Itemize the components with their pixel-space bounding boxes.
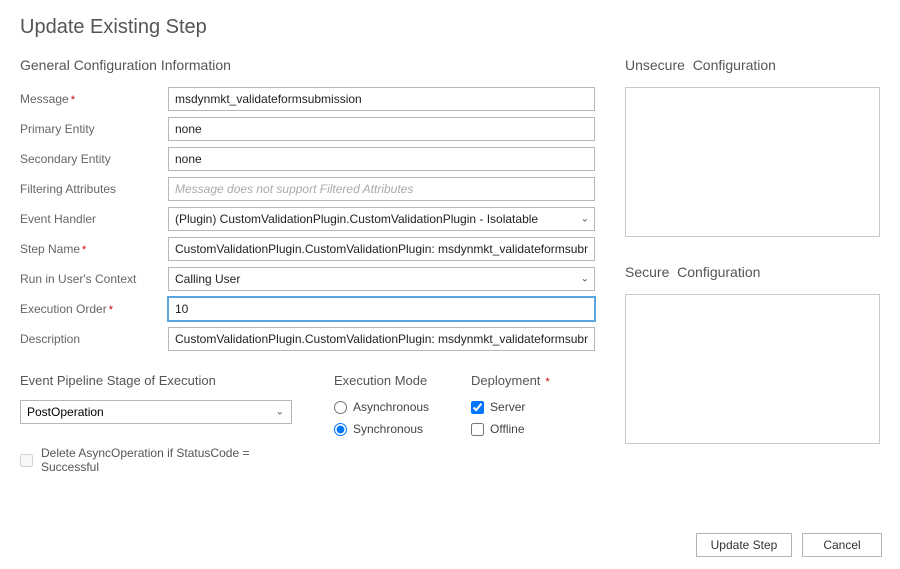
deployment-offline-checkbox[interactable]	[471, 423, 484, 436]
secure-config-title: Secure Configuration	[625, 264, 880, 280]
exec-async-radio[interactable]	[334, 401, 347, 414]
exec-async-option[interactable]: Asynchronous	[334, 400, 429, 414]
cancel-button[interactable]: Cancel	[802, 533, 882, 557]
pipeline-stage-select[interactable]: PostOperation	[20, 400, 292, 424]
step-name-input[interactable]	[168, 237, 595, 261]
filtering-attributes-input[interactable]	[168, 177, 595, 201]
exec-sync-option[interactable]: Synchronous	[334, 422, 429, 436]
description-input[interactable]	[168, 327, 595, 351]
step-name-label: Step Name*	[20, 242, 168, 256]
event-handler-select[interactable]: (Plugin) CustomValidationPlugin.CustomVa…	[168, 207, 595, 231]
execution-order-input[interactable]	[168, 297, 595, 321]
deployment-offline-option[interactable]: Offline	[471, 422, 550, 436]
primary-entity-label: Primary Entity	[20, 122, 168, 136]
exec-sync-label: Synchronous	[353, 422, 423, 436]
required-mark: *	[109, 304, 113, 316]
delete-async-checkbox[interactable]	[20, 454, 33, 467]
deployment-server-checkbox[interactable]	[471, 401, 484, 414]
exec-async-label: Asynchronous	[353, 400, 429, 414]
pipeline-stage-title: Event Pipeline Stage of Execution	[20, 373, 292, 388]
execution-order-label: Execution Order*	[20, 302, 168, 316]
secure-config-textarea[interactable]	[625, 294, 880, 444]
update-step-button[interactable]: Update Step	[696, 533, 792, 557]
unsecure-config-textarea[interactable]	[625, 87, 880, 237]
delete-async-label: Delete AsyncOperation if StatusCode = Su…	[41, 446, 292, 474]
deployment-offline-label: Offline	[490, 422, 524, 436]
description-label: Description	[20, 332, 168, 346]
exec-sync-radio[interactable]	[334, 423, 347, 436]
required-mark: *	[542, 376, 549, 388]
deployment-server-option[interactable]: Server	[471, 400, 550, 414]
unsecure-config-title: Unsecure Configuration	[625, 57, 880, 73]
general-section-title: General Configuration Information	[20, 57, 595, 73]
message-label: Message*	[20, 92, 168, 106]
primary-entity-input[interactable]	[168, 117, 595, 141]
secondary-entity-label: Secondary Entity	[20, 152, 168, 166]
required-mark: *	[82, 244, 86, 256]
page-title: Update Existing Step	[20, 16, 880, 39]
event-handler-label: Event Handler	[20, 212, 168, 226]
message-input[interactable]	[168, 87, 595, 111]
required-mark: *	[71, 94, 75, 106]
filtering-attributes-label: Filtering Attributes	[20, 182, 168, 196]
run-context-label: Run in User's Context	[20, 272, 168, 286]
deployment-server-label: Server	[490, 400, 525, 414]
execution-mode-title: Execution Mode	[334, 373, 429, 388]
deployment-title: Deployment *	[471, 373, 550, 388]
secondary-entity-input[interactable]	[168, 147, 595, 171]
run-context-select[interactable]: Calling User	[168, 267, 595, 291]
